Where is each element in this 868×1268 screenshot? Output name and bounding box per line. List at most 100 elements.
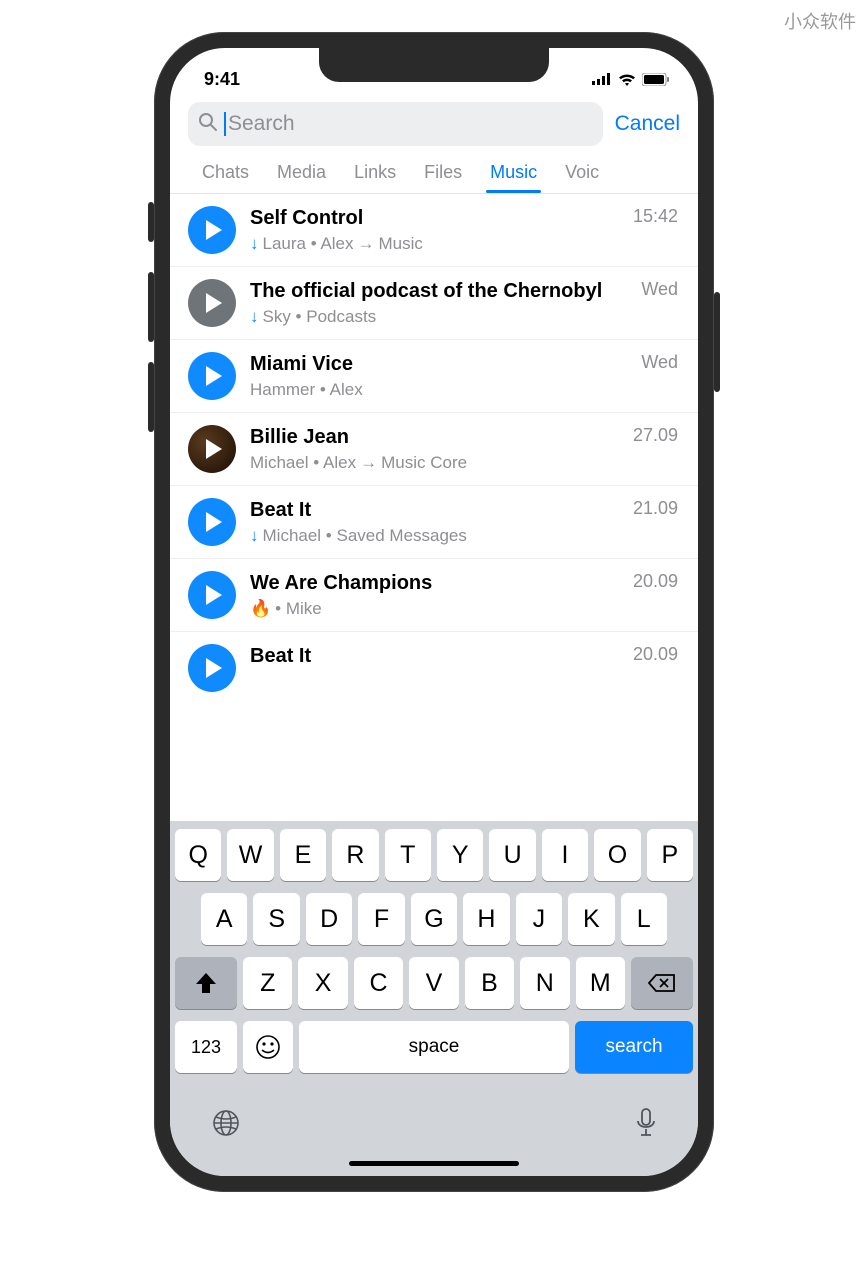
- key-n[interactable]: N: [520, 957, 569, 1009]
- screen: 9:41 Search: [170, 48, 698, 1176]
- play-button[interactable]: [188, 279, 236, 327]
- watermark-text: 小众软件: [784, 8, 856, 34]
- mic-icon[interactable]: [635, 1107, 657, 1144]
- key-u[interactable]: U: [489, 829, 535, 881]
- forward-icon: →: [358, 234, 375, 254]
- key-search[interactable]: search: [575, 1021, 693, 1073]
- cancel-button[interactable]: Cancel: [615, 112, 680, 136]
- tab-links[interactable]: Links: [340, 154, 410, 193]
- key-l[interactable]: L: [621, 893, 667, 945]
- key-t[interactable]: T: [385, 829, 431, 881]
- filter-tabs: ChatsMediaLinksFilesMusicVoic: [170, 154, 698, 194]
- phone-frame: 9:41 Search: [154, 32, 714, 1192]
- key-p[interactable]: P: [647, 829, 693, 881]
- key-k[interactable]: K: [568, 893, 614, 945]
- key-m[interactable]: M: [576, 957, 625, 1009]
- play-button[interactable]: [188, 571, 236, 619]
- track-time: 20.09: [633, 644, 678, 665]
- list-item[interactable]: Billie Jean27.09Michael • Alex→Music Cor…: [170, 413, 698, 486]
- track-subtitle: ↓Sky • Podcasts: [250, 307, 678, 327]
- key-y[interactable]: Y: [437, 829, 483, 881]
- download-icon: ↓: [250, 234, 259, 254]
- notch: [319, 48, 549, 82]
- key-f[interactable]: F: [358, 893, 404, 945]
- key-e[interactable]: E: [280, 829, 326, 881]
- track-time: 21.09: [633, 498, 678, 519]
- list-item-body: Self Control15:42↓Laura • Alex→Music: [250, 206, 678, 254]
- list-item[interactable]: Beat It21.09↓Michael • Saved Messages: [170, 486, 698, 559]
- tab-voic[interactable]: Voic: [551, 154, 613, 193]
- side-button: [148, 202, 154, 242]
- list-item[interactable]: Beat It20.09: [170, 632, 698, 692]
- search-icon: [198, 112, 218, 137]
- track-title: The official podcast of the Chernobyl: [250, 279, 602, 304]
- track-title: We Are Champions: [250, 571, 432, 596]
- play-icon: [206, 585, 222, 605]
- tab-files[interactable]: Files: [410, 154, 476, 193]
- key-s[interactable]: S: [253, 893, 299, 945]
- list-item[interactable]: Miami ViceWedHammer • Alex: [170, 340, 698, 413]
- search-input[interactable]: Search: [188, 102, 603, 146]
- list-item[interactable]: Self Control15:42↓Laura • Alex→Music: [170, 194, 698, 267]
- key-v[interactable]: V: [409, 957, 458, 1009]
- list-item-body: We Are Champions 20.09 🔥 • Mike: [250, 571, 678, 619]
- play-button[interactable]: [188, 644, 236, 692]
- track-subtitle: 🔥 • Mike: [250, 599, 678, 619]
- key-backspace[interactable]: [631, 957, 693, 1009]
- key-b[interactable]: B: [465, 957, 514, 1009]
- key-h[interactable]: H: [463, 893, 509, 945]
- results-list[interactable]: Self Control15:42↓Laura • Alex→Music The …: [170, 194, 698, 821]
- tab-music[interactable]: Music: [476, 154, 551, 193]
- tab-chats[interactable]: Chats: [188, 154, 263, 193]
- battery-icon: [642, 73, 670, 86]
- home-indicator[interactable]: [349, 1161, 519, 1166]
- list-item-body: The official podcast of the ChernobylWed…: [250, 279, 678, 327]
- play-button[interactable]: [188, 498, 236, 546]
- key-a[interactable]: A: [201, 893, 247, 945]
- key-q[interactable]: Q: [175, 829, 221, 881]
- key-space[interactable]: space: [299, 1021, 569, 1073]
- play-icon: [206, 293, 222, 313]
- play-icon: [206, 439, 222, 459]
- globe-icon[interactable]: [211, 1108, 241, 1143]
- key-c[interactable]: C: [354, 957, 403, 1009]
- track-title: Self Control: [250, 206, 363, 231]
- shift-icon: [194, 971, 218, 995]
- side-button: [148, 362, 154, 432]
- tab-media[interactable]: Media: [263, 154, 340, 193]
- play-button[interactable]: [188, 425, 236, 473]
- list-item[interactable]: We Are Champions 20.09 🔥 • Mike: [170, 559, 698, 632]
- wifi-icon: [618, 73, 636, 86]
- key-123[interactable]: 123: [175, 1021, 237, 1073]
- play-icon: [206, 366, 222, 386]
- key-i[interactable]: I: [542, 829, 588, 881]
- key-j[interactable]: J: [516, 893, 562, 945]
- track-time: 27.09: [633, 425, 678, 446]
- key-x[interactable]: X: [298, 957, 347, 1009]
- key-o[interactable]: O: [594, 829, 640, 881]
- list-item-body: Miami ViceWedHammer • Alex: [250, 352, 678, 400]
- cellular-icon: [592, 73, 612, 85]
- play-button[interactable]: [188, 352, 236, 400]
- key-z[interactable]: Z: [243, 957, 292, 1009]
- key-shift[interactable]: [175, 957, 237, 1009]
- key-r[interactable]: R: [332, 829, 378, 881]
- download-icon: ↓: [250, 307, 259, 327]
- track-subtitle: Hammer • Alex: [250, 380, 678, 400]
- text-cursor: [224, 112, 226, 136]
- key-w[interactable]: W: [227, 829, 273, 881]
- key-d[interactable]: D: [306, 893, 352, 945]
- play-button[interactable]: [188, 206, 236, 254]
- side-button: [148, 272, 154, 342]
- emoji-icon: 🔥: [250, 599, 271, 619]
- key-emoji[interactable]: [243, 1021, 293, 1073]
- status-time: 9:41: [204, 69, 240, 90]
- track-title: Miami Vice: [250, 352, 353, 377]
- list-item[interactable]: The official podcast of the ChernobylWed…: [170, 267, 698, 340]
- track-time: 20.09: [633, 571, 678, 592]
- play-icon: [206, 220, 222, 240]
- keyboard-bottom: [175, 1085, 693, 1155]
- play-icon: [206, 512, 222, 532]
- list-item-body: Beat It21.09↓Michael • Saved Messages: [250, 498, 678, 546]
- key-g[interactable]: G: [411, 893, 457, 945]
